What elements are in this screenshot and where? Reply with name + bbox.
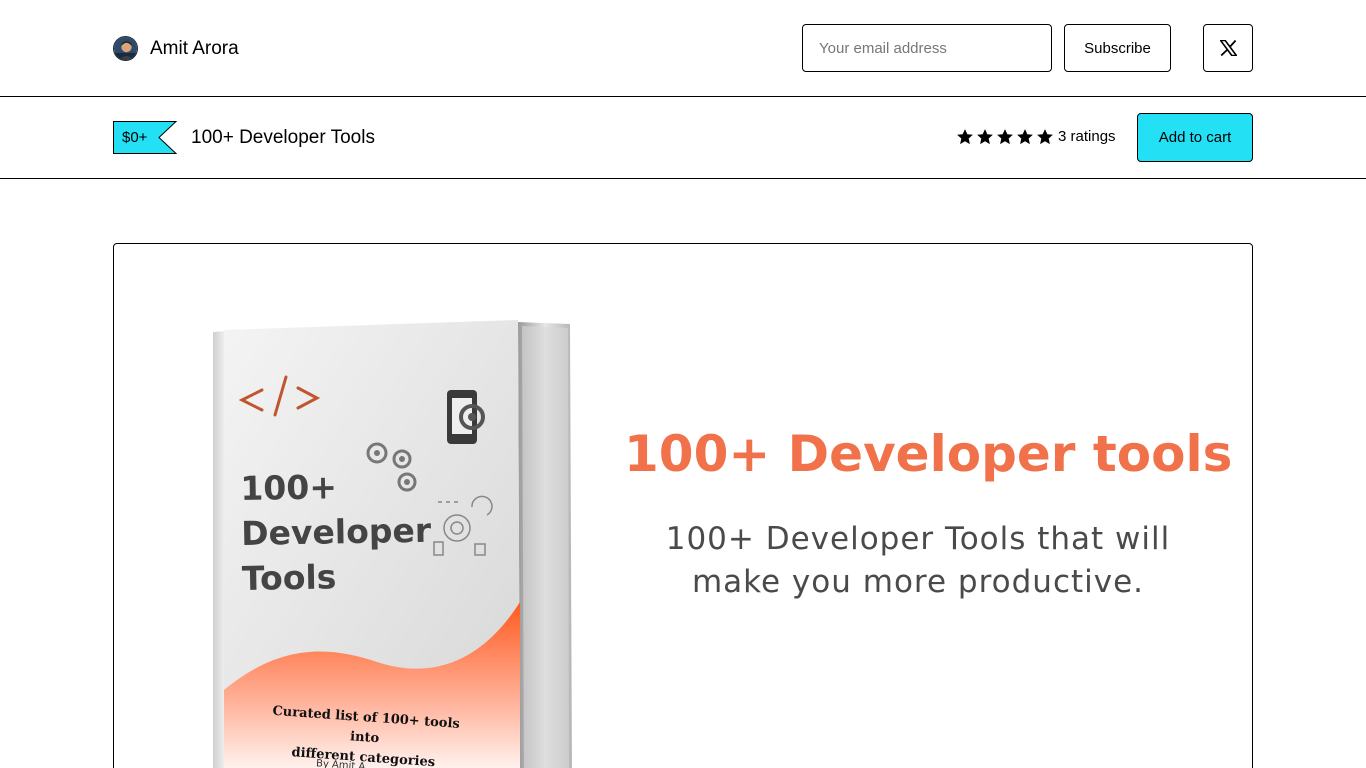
x-logo-icon <box>1219 40 1237 56</box>
top-header: Amit Arora Subscribe <box>0 0 1366 97</box>
star-icon <box>1017 129 1033 145</box>
add-to-cart-button[interactable]: Add to cart <box>1137 113 1253 162</box>
product-bar: $0+ 100+ Developer Tools 3 ratings Add t… <box>0 97 1366 179</box>
product-title: 100+ Developer Tools <box>191 127 375 148</box>
star-icon <box>977 129 993 145</box>
book-title-line: 100+ <box>240 467 338 508</box>
avatar-image <box>114 37 137 60</box>
product-rating[interactable]: 3 ratings <box>956 128 1116 146</box>
star-icon <box>957 129 973 145</box>
preview-tagline: 100+ Developer Tools that will make you … <box>634 518 1202 604</box>
email-input[interactable] <box>802 24 1052 72</box>
book-title-line: Tools <box>241 557 337 598</box>
creator-name: Amit Arora <box>150 37 239 59</box>
preview-headline: 100+ Developer tools <box>624 425 1233 483</box>
product-preview: 100+ Developer Tools Curated list of 100… <box>113 243 1253 768</box>
price-text: $0+ <box>122 129 148 146</box>
avatar <box>113 36 138 61</box>
star-icon <box>1037 129 1053 145</box>
price-badge: $0+ <box>113 121 177 154</box>
x-social-button[interactable] <box>1203 24 1253 72</box>
subscribe-button[interactable]: Subscribe <box>1064 24 1171 72</box>
book-cover-title: 100+ Developer Tools <box>240 463 432 601</box>
tagline-line: make you more productive. <box>691 564 1145 600</box>
creator-profile-link[interactable]: Amit Arora <box>113 36 239 61</box>
rating-count: 3 ratings <box>1058 128 1116 145</box>
tagline-line: 100+ Developer Tools that will <box>665 521 1171 557</box>
star-icon <box>997 129 1013 145</box>
book-title-line: Developer <box>240 510 432 553</box>
